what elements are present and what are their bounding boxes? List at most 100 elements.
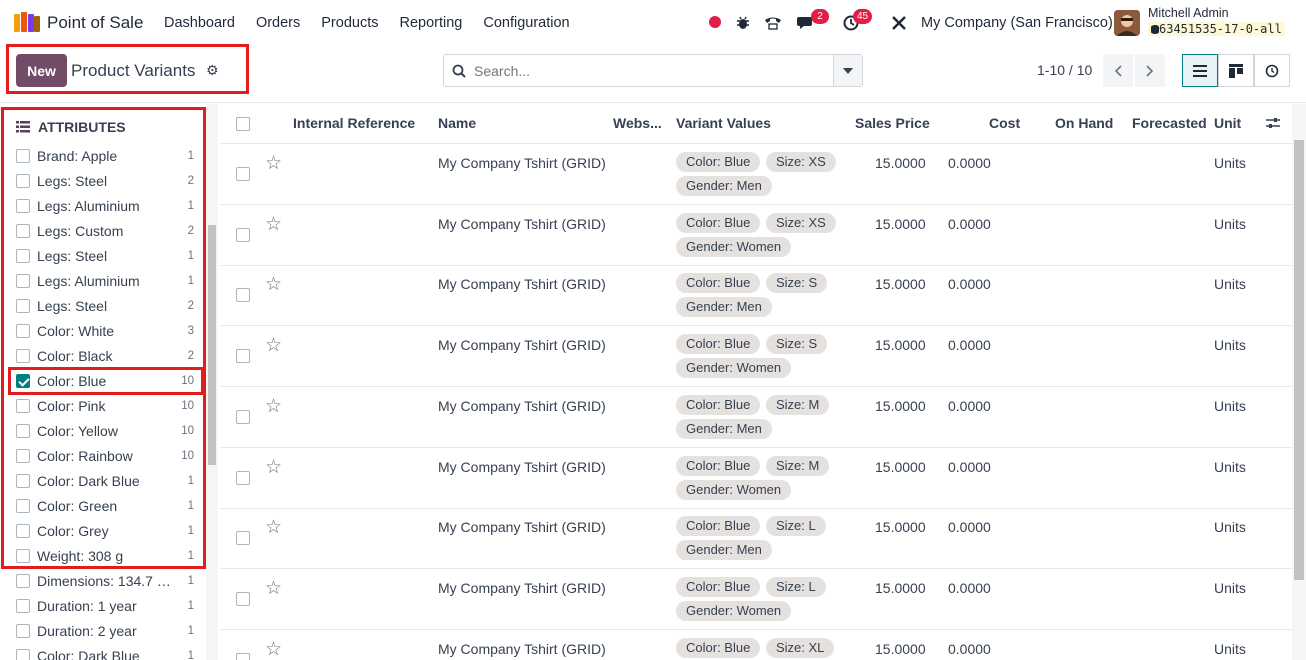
star-icon[interactable]: ☆	[265, 577, 282, 600]
table-row[interactable]: ☆ My Company Tshirt (GRID) Color: Blue Size…	[220, 326, 1292, 388]
pos-app-logo-icon[interactable]	[14, 12, 40, 32]
menu-dashboard[interactable]: Dashboard	[164, 15, 235, 31]
col-unit[interactable]: Unit	[1214, 115, 1241, 131]
search-options-toggle[interactable]	[833, 55, 862, 86]
menu-configuration[interactable]: Configuration	[483, 15, 569, 31]
star-icon[interactable]: ☆	[265, 395, 282, 418]
app-name[interactable]: Point of Sale	[47, 13, 143, 33]
row-checkbox[interactable]	[236, 409, 250, 424]
variant-tag-size: Size: S	[766, 334, 828, 355]
pager-previous-button[interactable]	[1103, 54, 1133, 87]
cost: 0.0000	[948, 458, 991, 475]
attribute-checkbox[interactable]	[16, 574, 30, 588]
col-on-hand[interactable]: On Hand	[1055, 115, 1113, 131]
chevron-left-icon	[1114, 64, 1122, 77]
cost: 0.0000	[948, 640, 991, 657]
table-scrollbar-thumb[interactable]	[1294, 140, 1304, 580]
variant-tag-color: Color: Blue	[676, 637, 761, 658]
user-avatar[interactable]	[1114, 10, 1140, 36]
table-row[interactable]: ☆ My Company Tshirt (GRID) Color: Blue Size…	[220, 448, 1292, 509]
col-variant-values[interactable]: Variant Values	[676, 115, 771, 131]
database-name: 63451535-17-0-all	[1148, 22, 1285, 36]
star-icon[interactable]: ☆	[265, 152, 282, 175]
row-checkbox[interactable]	[236, 470, 250, 485]
table-row[interactable]: ☆ My Company Tshirt (GRID) Color: Blue Size…	[220, 265, 1292, 327]
attribute-filter-item[interactable]: Duration: 2 year 1	[16, 620, 194, 642]
phone-icon[interactable]	[763, 13, 783, 33]
table-row[interactable]: ☆ My Company Tshirt (GRID) Color: Blue Size…	[220, 508, 1292, 570]
table-row[interactable]: ☆ My Company Tshirt (GRID) Color: Blue Size…	[220, 387, 1292, 448]
clock-icon	[1265, 64, 1279, 77]
attribute-checkbox[interactable]	[16, 649, 30, 660]
col-forecasted[interactable]: Forecasted	[1132, 115, 1207, 131]
row-checkbox[interactable]	[236, 227, 250, 242]
variant-tag-size: Size: L	[766, 576, 826, 597]
pager-next-button[interactable]	[1135, 54, 1165, 87]
bug-icon[interactable]	[733, 13, 753, 33]
col-website[interactable]: Webs...	[613, 115, 662, 131]
pager-value[interactable]: 1-10 / 10	[1037, 62, 1092, 78]
kanban-view-icon	[1229, 63, 1243, 78]
product-name: My Company Tshirt (GRID)	[438, 579, 606, 596]
sidebar-scrollbar-thumb[interactable]	[208, 225, 216, 465]
activity-badge: 45	[853, 9, 873, 24]
menu-products[interactable]: Products	[321, 15, 378, 31]
product-name: My Company Tshirt (GRID)	[438, 276, 606, 293]
company-switcher[interactable]: My Company (San Francisco)	[921, 15, 1113, 31]
variant-tag-color: Color: Blue	[676, 212, 761, 233]
select-all-checkbox[interactable]	[236, 117, 250, 131]
star-icon[interactable]: ☆	[265, 334, 282, 357]
product-name: My Company Tshirt (GRID)	[438, 640, 606, 657]
table-row[interactable]: ☆ My Company Tshirt (GRID) Color: Blue Size…	[220, 630, 1292, 660]
attribute-filter-item[interactable]: Duration: 1 year 1	[16, 595, 194, 617]
col-sales-price[interactable]: Sales Price	[855, 115, 930, 131]
star-icon[interactable]: ☆	[265, 638, 282, 660]
menu-orders[interactable]: Orders	[256, 15, 300, 31]
attribute-count: 1	[187, 600, 194, 612]
star-icon[interactable]: ☆	[265, 516, 282, 539]
row-checkbox[interactable]	[236, 531, 250, 546]
table-row[interactable]: ☆ My Company Tshirt (GRID) Color: Blue Size…	[220, 569, 1292, 630]
row-checkbox[interactable]	[236, 167, 250, 181]
row-checkbox[interactable]	[236, 652, 250, 660]
list-view-button[interactable]	[1182, 54, 1218, 87]
col-internal-reference[interactable]: Internal Reference	[293, 115, 415, 131]
table-row[interactable]: ☆ My Company Tshirt (GRID) Color: Blue Size…	[220, 205, 1292, 266]
main-menu: Dashboard Orders Products Reporting Conf…	[164, 15, 591, 31]
row-checkbox[interactable]	[236, 288, 250, 303]
optional-columns-icon[interactable]	[1266, 116, 1280, 133]
variant-tag-size: Size: XS	[766, 152, 836, 172]
unit: Units	[1214, 397, 1246, 414]
user-name[interactable]: Mitchell Admin	[1148, 6, 1229, 20]
attribute-checkbox[interactable]	[16, 624, 30, 638]
variant-tag-size: Size: M	[766, 455, 830, 476]
attribute-filter-item[interactable]: Color: Dark Blue 1	[16, 645, 194, 660]
gear-icon[interactable]: ⚙	[206, 62, 219, 79]
col-cost[interactable]: Cost	[989, 115, 1020, 131]
search-input[interactable]	[474, 62, 834, 79]
star-icon[interactable]: ☆	[265, 213, 282, 236]
attribute-checkbox[interactable]	[16, 599, 30, 613]
database-name-text: 63451535-17-0-all	[1159, 22, 1282, 36]
col-name[interactable]: Name	[438, 115, 476, 131]
kanban-view-button[interactable]	[1218, 54, 1254, 87]
variant-tag-color: Color: Blue	[676, 576, 761, 597]
star-icon[interactable]: ☆	[265, 273, 282, 296]
star-icon[interactable]: ☆	[265, 456, 282, 479]
activity-view-button[interactable]	[1254, 54, 1290, 87]
unit: Units	[1214, 215, 1246, 232]
recording-indicator-icon[interactable]	[709, 16, 721, 28]
tools-icon[interactable]	[889, 13, 909, 33]
row-checkbox[interactable]	[236, 591, 250, 606]
row-checkbox[interactable]	[236, 349, 250, 364]
table-row[interactable]: ☆ My Company Tshirt (GRID) Color: Blue Size…	[220, 144, 1292, 205]
cost: 0.0000	[948, 337, 991, 354]
sales-price: 15.0000	[875, 458, 926, 475]
variants-table: Internal Reference Name Webs... Variant …	[220, 104, 1292, 660]
variant-tag-size: Size: L	[766, 516, 826, 537]
annotation-highlight-attributes	[1, 107, 206, 569]
menu-reporting[interactable]: Reporting	[400, 15, 463, 31]
attribute-filter-item[interactable]: Dimensions: 134.7 … 1	[16, 570, 194, 592]
annotation-highlight-color-blue	[8, 367, 204, 395]
new-button[interactable]: New	[16, 54, 67, 87]
